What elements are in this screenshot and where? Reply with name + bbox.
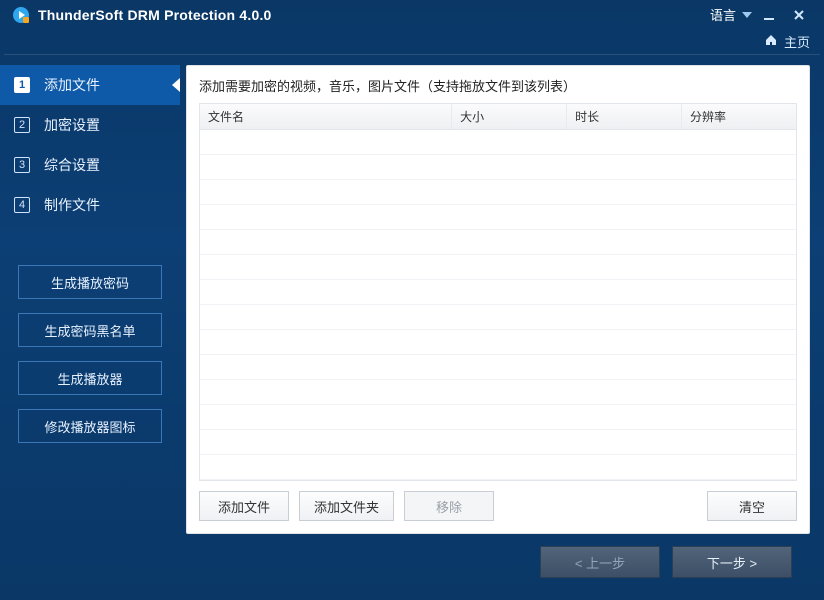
panel-instruction: 添加需要加密的视频，音乐，图片文件（支持拖放文件到该列表） bbox=[199, 76, 797, 95]
table-row[interactable] bbox=[200, 230, 796, 255]
remove-button[interactable]: 移除 bbox=[404, 491, 494, 521]
prev-step-button[interactable]: < 上一步 bbox=[540, 546, 660, 578]
breadcrumb-bar: 主页 bbox=[0, 30, 824, 55]
sidebar-step-4[interactable]: 4 制作文件 bbox=[0, 185, 180, 225]
step-number-icon: 1 bbox=[14, 77, 30, 93]
step-label: 制作文件 bbox=[44, 195, 100, 215]
home-label: 主页 bbox=[784, 32, 810, 51]
table-body[interactable] bbox=[200, 130, 796, 480]
step-label: 加密设置 bbox=[44, 115, 100, 135]
clear-button[interactable]: 清空 bbox=[707, 491, 797, 521]
step-number-icon: 2 bbox=[14, 117, 30, 133]
gen-blacklist-button[interactable]: 生成密码黑名单 bbox=[18, 313, 162, 347]
table-row[interactable] bbox=[200, 205, 796, 230]
main-area: 添加需要加密的视频，音乐，图片文件（支持拖放文件到该列表） 文件名 大小 时长 … bbox=[180, 55, 824, 600]
table-row[interactable] bbox=[200, 355, 796, 380]
app-window: ThunderSoft DRM Protection 4.0.0 语言 主页 1… bbox=[0, 0, 824, 600]
wizard-footer: < 上一步 下一步 > bbox=[186, 534, 810, 590]
home-icon bbox=[764, 33, 778, 50]
step-number-icon: 4 bbox=[14, 197, 30, 213]
step-label: 综合设置 bbox=[44, 155, 100, 175]
col-filename[interactable]: 文件名 bbox=[200, 104, 452, 129]
col-size[interactable]: 大小 bbox=[452, 104, 567, 129]
table-row[interactable] bbox=[200, 155, 796, 180]
minimize-button[interactable] bbox=[756, 2, 782, 28]
table-row[interactable] bbox=[200, 180, 796, 205]
table-row[interactable] bbox=[200, 305, 796, 330]
gen-play-code-button[interactable]: 生成播放密码 bbox=[18, 265, 162, 299]
titlebar: ThunderSoft DRM Protection 4.0.0 语言 bbox=[0, 0, 824, 30]
next-step-button[interactable]: 下一步 > bbox=[672, 546, 792, 578]
step-label: 添加文件 bbox=[44, 75, 100, 95]
table-row[interactable] bbox=[200, 430, 796, 455]
close-button[interactable] bbox=[786, 2, 812, 28]
chevron-down-icon bbox=[742, 12, 752, 18]
table-row[interactable] bbox=[200, 280, 796, 305]
sidebar-step-3[interactable]: 3 综合设置 bbox=[0, 145, 180, 185]
body: 1 添加文件 2 加密设置 3 综合设置 4 制作文件 生成播放密码 生成密码黑名单 生成播放… bbox=[0, 55, 824, 600]
add-file-button[interactable]: 添加文件 bbox=[199, 491, 289, 521]
col-resolution[interactable]: 分辨率 bbox=[682, 104, 796, 129]
table-row[interactable] bbox=[200, 130, 796, 155]
add-folder-button[interactable]: 添加文件夹 bbox=[299, 491, 394, 521]
home-link[interactable]: 主页 bbox=[764, 32, 810, 51]
add-files-panel: 添加需要加密的视频，音乐，图片文件（支持拖放文件到该列表） 文件名 大小 时长 … bbox=[186, 65, 810, 534]
panel-actions: 添加文件 添加文件夹 移除 清空 bbox=[199, 491, 797, 521]
gen-player-button[interactable]: 生成播放器 bbox=[18, 361, 162, 395]
table-header: 文件名 大小 时长 分辨率 bbox=[200, 104, 796, 130]
language-menu[interactable]: 语言 bbox=[710, 5, 752, 24]
table-row[interactable] bbox=[200, 255, 796, 280]
sidebar-step-2[interactable]: 2 加密设置 bbox=[0, 105, 180, 145]
col-duration[interactable]: 时长 bbox=[567, 104, 682, 129]
app-logo-icon bbox=[12, 6, 30, 24]
table-row[interactable] bbox=[200, 380, 796, 405]
mod-player-icon-button[interactable]: 修改播放器图标 bbox=[18, 409, 162, 443]
table-row[interactable] bbox=[200, 455, 796, 480]
sidebar: 1 添加文件 2 加密设置 3 综合设置 4 制作文件 生成播放密码 生成密码黑名单 生成播放… bbox=[0, 55, 180, 600]
table-row[interactable] bbox=[200, 405, 796, 430]
app-title: ThunderSoft DRM Protection 4.0.0 bbox=[38, 7, 272, 23]
language-label: 语言 bbox=[710, 5, 736, 24]
table-row[interactable] bbox=[200, 330, 796, 355]
sidebar-step-1[interactable]: 1 添加文件 bbox=[0, 65, 180, 105]
step-number-icon: 3 bbox=[14, 157, 30, 173]
file-table[interactable]: 文件名 大小 时长 分辨率 bbox=[199, 103, 797, 481]
sidebar-actions: 生成播放密码 生成密码黑名单 生成播放器 修改播放器图标 bbox=[0, 265, 180, 443]
